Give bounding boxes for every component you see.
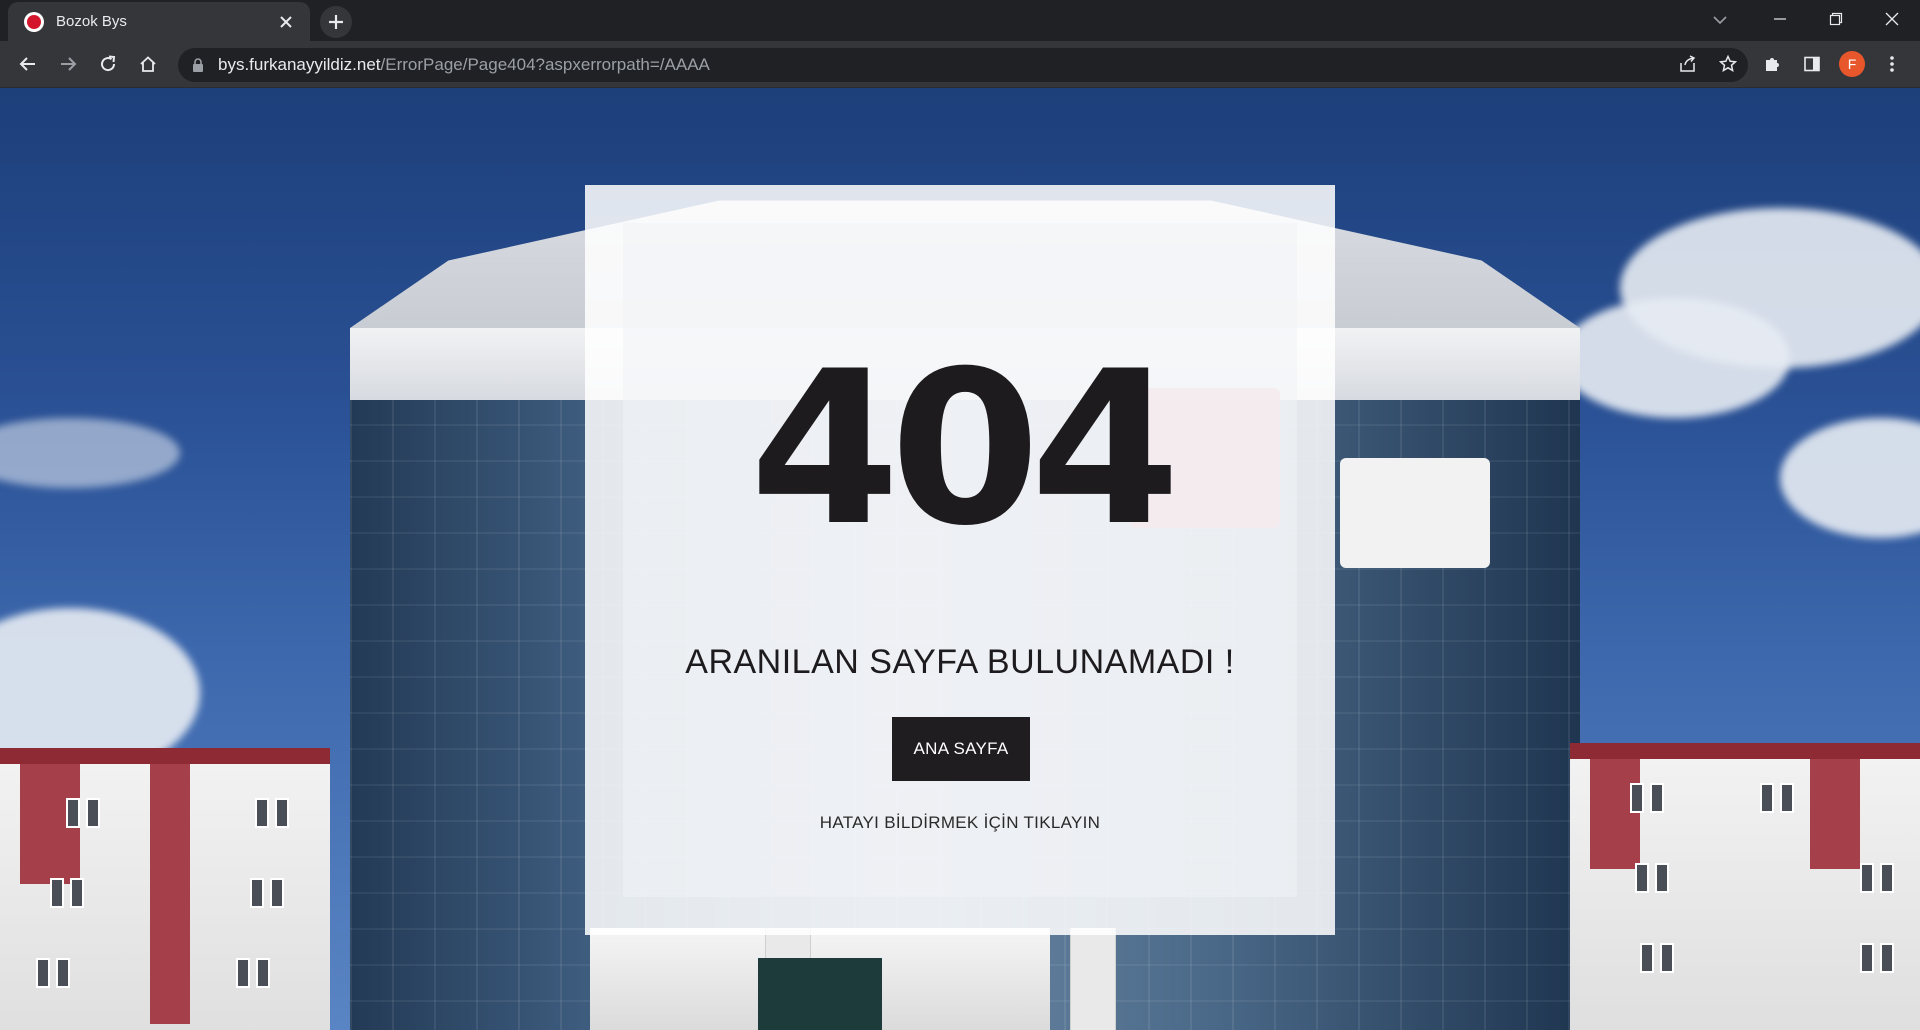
window (1635, 863, 1649, 893)
restore-button[interactable] (1808, 0, 1864, 38)
profile-button[interactable]: F (1836, 48, 1868, 80)
back-button[interactable] (12, 48, 44, 80)
tab-close-button[interactable] (274, 10, 298, 34)
star-icon (1719, 55, 1737, 73)
report-error-link[interactable]: HATAYI BİLDİRMEK İÇİN TIKLAYIN (623, 813, 1297, 833)
chevron-down-icon (1713, 16, 1727, 25)
tab-strip: Bozok Bys (0, 0, 1920, 41)
window (270, 878, 284, 908)
window (36, 958, 50, 988)
red-panel (150, 764, 190, 1024)
extensions-button[interactable] (1756, 48, 1788, 80)
browser-toolbar: bys.furkanayyildiz.net/ErrorPage/Page404… (0, 41, 1920, 88)
new-tab-button[interactable] (320, 6, 352, 38)
building-entrance (590, 928, 1116, 1030)
side-panel-icon (1804, 56, 1820, 72)
window (1860, 863, 1874, 893)
window (256, 958, 270, 988)
address-bar[interactable]: bys.furkanayyildiz.net/ErrorPage/Page404… (178, 48, 1748, 82)
window (1780, 783, 1794, 813)
share-button[interactable] (1672, 48, 1704, 80)
window (1660, 943, 1674, 973)
window (236, 958, 250, 988)
window (56, 958, 70, 988)
side-building-right (1570, 743, 1920, 1030)
arrow-right-icon (61, 57, 77, 71)
home-button[interactable] (132, 48, 164, 80)
browser-tab[interactable]: Bozok Bys (8, 2, 310, 41)
window (1655, 863, 1669, 893)
forward-button[interactable] (52, 48, 84, 80)
cloud (1780, 418, 1920, 538)
window (255, 798, 269, 828)
lock-icon[interactable] (192, 57, 204, 73)
window (1650, 783, 1664, 813)
side-building-left (0, 748, 330, 1030)
browser-menu-button[interactable] (1876, 48, 1908, 80)
reload-icon (101, 55, 116, 72)
window (50, 878, 64, 908)
window (86, 798, 100, 828)
pillar (1070, 928, 1116, 1030)
entrance-door (758, 958, 882, 1030)
error-card: 404 ARANILAN SAYFA BULUNAMADI ! ANA SAYF… (585, 185, 1335, 935)
arrow-left-icon (19, 57, 35, 71)
window (250, 878, 264, 908)
close-icon (1885, 12, 1899, 26)
window (1630, 783, 1644, 813)
window (1880, 943, 1894, 973)
university-flag (1340, 458, 1490, 568)
page-viewport: 404 ARANILAN SAYFA BULUNAMADI ! ANA SAYF… (0, 88, 1920, 1030)
window (1640, 943, 1654, 973)
red-panel (1810, 759, 1860, 869)
tab-search-button[interactable] (1700, 4, 1740, 36)
window (1860, 943, 1874, 973)
window (1880, 863, 1894, 893)
url-path: /ErrorPage/Page404?aspxerrorpath=/AAAA (380, 55, 710, 74)
share-icon (1680, 55, 1696, 72)
home-icon (140, 56, 156, 72)
window (66, 798, 80, 828)
window (70, 878, 84, 908)
error-card-inner: 404 ARANILAN SAYFA BULUNAMADI ! ANA SAYF… (623, 223, 1297, 897)
window (1760, 783, 1774, 813)
bookmark-button[interactable] (1712, 48, 1744, 80)
cloud (0, 418, 180, 488)
kebab-menu-icon (1890, 56, 1894, 72)
minimize-button[interactable] (1752, 0, 1808, 38)
error-message: ARANILAN SAYFA BULUNAMADI ! (685, 643, 1235, 681)
plus-icon (329, 15, 343, 29)
reload-button[interactable] (92, 48, 124, 80)
puzzle-icon (1766, 58, 1779, 71)
opera-favicon-icon (24, 11, 44, 32)
minimize-icon (1774, 18, 1786, 20)
side-panel-button[interactable] (1796, 48, 1828, 80)
close-window-button[interactable] (1864, 0, 1920, 38)
url-host: bys.furkanayyildiz.net (218, 55, 381, 74)
restore-icon (1829, 12, 1843, 26)
window (275, 798, 289, 828)
home-page-button[interactable]: ANA SAYFA (892, 717, 1030, 781)
avatar: F (1839, 51, 1865, 77)
window-controls (1752, 0, 1920, 38)
error-code: 404 (749, 325, 1181, 572)
url-text: bys.furkanayyildiz.net/ErrorPage/Page404… (218, 55, 710, 75)
red-panel (1590, 759, 1640, 869)
tab-title: Bozok Bys (56, 13, 127, 30)
close-icon (280, 15, 292, 28)
